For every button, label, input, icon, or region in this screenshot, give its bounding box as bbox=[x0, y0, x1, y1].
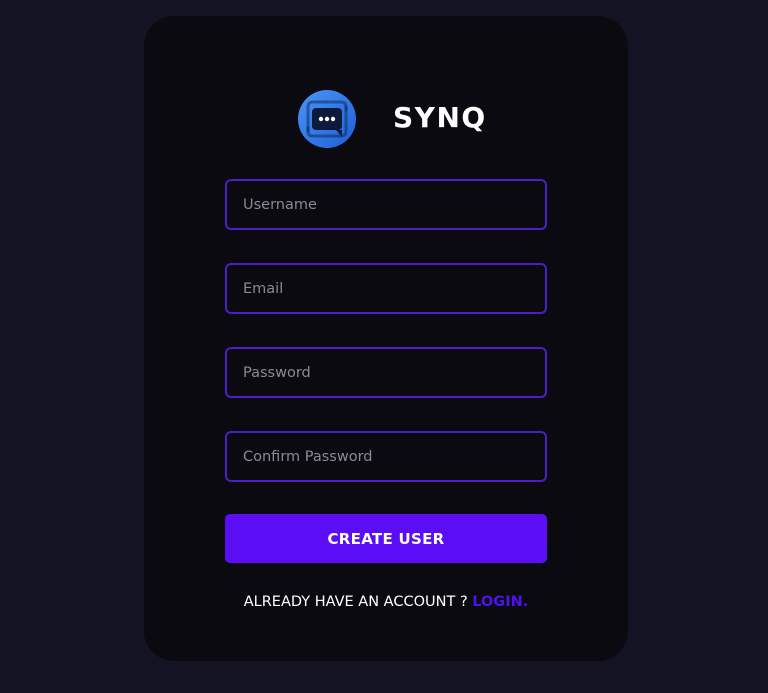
brand-header: SYNQ bbox=[144, 90, 628, 148]
brand-name: SYNQ bbox=[393, 101, 487, 134]
email-field[interactable] bbox=[225, 263, 547, 314]
chat-bubble-logo-icon bbox=[298, 90, 356, 148]
create-user-button[interactable]: CREATE USER bbox=[225, 514, 547, 563]
username-field[interactable] bbox=[225, 179, 547, 230]
confirm-password-field[interactable] bbox=[225, 431, 547, 482]
login-prompt-text: ALREADY HAVE AN ACCOUNT ? bbox=[243, 594, 468, 610]
password-field[interactable] bbox=[225, 347, 547, 398]
login-link[interactable]: LOGIN. bbox=[472, 594, 528, 610]
register-card: SYNQ CREATE USER ALREADY HAVE AN ACCOUNT… bbox=[144, 16, 628, 661]
login-prompt: ALREADY HAVE AN ACCOUNT ? LOGIN. bbox=[144, 592, 628, 612]
